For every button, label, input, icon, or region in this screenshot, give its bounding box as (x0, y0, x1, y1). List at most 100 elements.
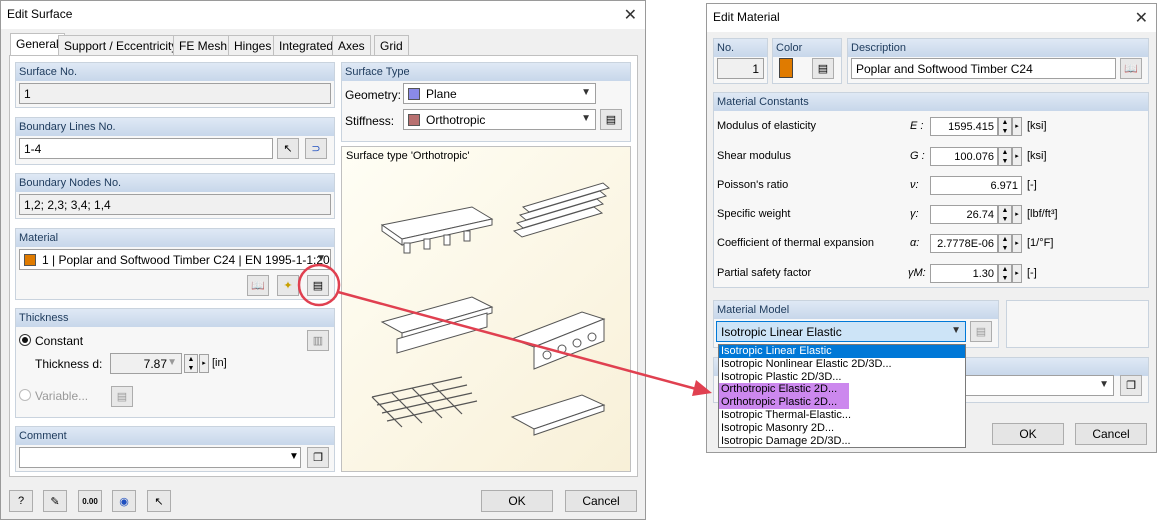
material-no-field[interactable]: 1 (717, 58, 764, 79)
list-item[interactable]: Orthotropic Plastic 2D... (719, 396, 849, 409)
thermal-input[interactable]: 2.7778E-06 (930, 234, 998, 253)
shear-arrow[interactable]: ▸ (1012, 147, 1022, 166)
material-model-dropdown[interactable]: Isotropic Linear Elastic Isotropic Nonli… (718, 344, 966, 448)
modulus-label: Modulus of elasticity (717, 120, 817, 132)
tab-general[interactable]: General (10, 33, 65, 55)
material-model-select[interactable]: Isotropic Linear Elastic ▼ (716, 321, 966, 342)
cancel-button[interactable]: Cancel (565, 490, 637, 512)
new-star-icon: ✦ (283, 280, 293, 292)
stiffness-select[interactable]: Orthotropic ▼ (403, 109, 596, 130)
variable-edit-button[interactable]: ▤ (111, 386, 133, 407)
cancel-button[interactable]: Cancel (1075, 423, 1147, 445)
safety-arrow[interactable]: ▸ (1012, 264, 1022, 283)
material-select[interactable]: 1 | Poplar and Softwood Timber C24 | EN … (19, 249, 331, 270)
pick-cursor-icon: ↖ (154, 495, 164, 508)
list-item[interactable]: Isotropic Linear Elastic (719, 345, 965, 358)
modulus-input[interactable]: 1595.415 (930, 117, 998, 136)
section-header: Material (16, 229, 334, 247)
chevron-down-icon: ▼ (951, 325, 961, 336)
tab-fe-mesh[interactable]: FE Mesh (173, 35, 234, 55)
book-icon: 📖 (1124, 63, 1138, 75)
list-item[interactable]: Orthotropic Elastic 2D... (719, 383, 849, 397)
list-item[interactable]: Isotropic Thermal-Elastic... (719, 409, 965, 422)
tab-integrated[interactable]: Integrated (273, 35, 340, 55)
pick-cursor-icon: ↖ (283, 143, 293, 155)
section-header: Surface Type (342, 63, 630, 81)
weight-input[interactable]: 26.74 (930, 205, 998, 224)
modulus-symbol: E : (910, 120, 924, 132)
list-item[interactable]: Isotropic Damage 2D/3D... (719, 435, 965, 448)
tab-support-eccentricity[interactable]: Support / Eccentricity (58, 35, 184, 55)
comment-library-button[interactable]: ❐ (307, 447, 329, 468)
variable-radio[interactable] (19, 389, 31, 401)
pick-lines-button[interactable]: ↖ (277, 138, 299, 159)
thickness-options-button[interactable]: ▥ (307, 330, 329, 351)
thermal-symbol: α: (910, 237, 920, 249)
tab-axes[interactable]: Axes (332, 35, 371, 55)
thickness-d-label: Thickness d: (35, 357, 103, 371)
constant-radio[interactable] (19, 334, 31, 346)
eye-icon: ◉ (119, 495, 129, 508)
close-icon[interactable]: ✕ (624, 5, 637, 25)
geometry-label: Geometry: (345, 88, 402, 102)
surface-no-field[interactable]: 1 (19, 83, 331, 104)
stiffness-label: Stiffness: (345, 114, 395, 128)
shear-spinner[interactable]: ▲ ▼ (998, 147, 1012, 166)
thickness-spinner[interactable]: ▲ ▼ (184, 354, 198, 373)
material-library-button[interactable]: 📖 (247, 275, 269, 296)
close-icon[interactable]: ✕ (1135, 8, 1148, 28)
ok-button[interactable]: OK (992, 423, 1064, 445)
tab-hinges[interactable]: Hinges (228, 35, 278, 55)
variable-label: Variable... (35, 389, 89, 403)
edit-material-button[interactable]: ▤ (307, 275, 329, 296)
lower-library-button[interactable]: ❐ (1120, 375, 1142, 396)
description-field[interactable]: Poplar and Softwood Timber C24 (851, 58, 1116, 79)
model-edit-button[interactable]: ▤ (970, 321, 992, 342)
weight-spinner[interactable]: ▲ ▼ (998, 205, 1012, 224)
edit-dialog-icon: ▤ (975, 326, 987, 338)
list-item[interactable]: Isotropic Nonlinear Elastic 2D/3D... (719, 358, 965, 371)
edit-text-button[interactable]: ✎ (43, 490, 67, 512)
poisson-input[interactable]: 6.971 (930, 176, 1022, 195)
pick-button[interactable]: ↖ (147, 490, 171, 512)
orthotropic-illustrations (371, 182, 611, 436)
list-item[interactable]: Isotropic Masonry 2D... (719, 422, 965, 435)
ok-button[interactable]: OK (481, 490, 553, 512)
units-button[interactable]: 0.00 (78, 490, 102, 512)
list-item[interactable]: Isotropic Plastic 2D/3D... (719, 371, 965, 384)
ribbed-slab-illustration (380, 206, 494, 254)
poisson-label: Poisson's ratio (717, 179, 789, 191)
modulus-spinner[interactable]: ▲ ▼ (998, 117, 1012, 136)
modulus-arrow[interactable]: ▸ (1012, 117, 1022, 136)
model-extra-panel (1006, 300, 1149, 348)
thickness-input[interactable]: 7.87 ▼ (110, 353, 182, 374)
color-edit-button[interactable]: ▤ (812, 58, 834, 79)
weight-label: Specific weight (717, 208, 791, 220)
new-material-button[interactable]: ✦ (277, 275, 299, 296)
tab-grid[interactable]: Grid (374, 35, 409, 55)
lower-select[interactable]: ▼ (960, 375, 1114, 396)
safety-unit: [-] (1027, 267, 1037, 279)
lines-select-button[interactable]: ⊃ (305, 138, 327, 159)
thermal-spinner[interactable]: ▲ ▼ (998, 234, 1012, 253)
view-button[interactable]: ◉ (112, 490, 136, 512)
boundary-lines-field[interactable]: 1-4 (19, 138, 273, 159)
plate-illustration (510, 394, 606, 436)
geometry-select[interactable]: Plane ▼ (403, 83, 596, 104)
shear-input[interactable]: 100.076 (930, 147, 998, 166)
book-icon: 📖 (251, 280, 265, 292)
thermal-arrow[interactable]: ▸ (1012, 234, 1022, 253)
modulus-unit: [ksi] (1027, 120, 1047, 132)
material-library-button[interactable]: 📖 (1120, 58, 1142, 79)
material-color-swatch[interactable] (779, 58, 793, 78)
thickness-arrow-button[interactable]: ▸ (199, 354, 209, 373)
help-button[interactable]: ? (9, 490, 33, 512)
safety-spinner[interactable]: ▲ ▼ (998, 264, 1012, 283)
safety-input[interactable]: 1.30 (930, 264, 998, 283)
weight-arrow[interactable]: ▸ (1012, 205, 1022, 224)
boundary-nodes-field[interactable]: 1,2; 2,3; 3,4; 1,4 (19, 194, 331, 215)
constant-label: Constant (35, 334, 84, 348)
comment-input[interactable] (19, 447, 301, 468)
stiffness-edit-button[interactable]: ▤ (600, 109, 622, 130)
loop-arrow-icon: ⊃ (311, 143, 321, 155)
